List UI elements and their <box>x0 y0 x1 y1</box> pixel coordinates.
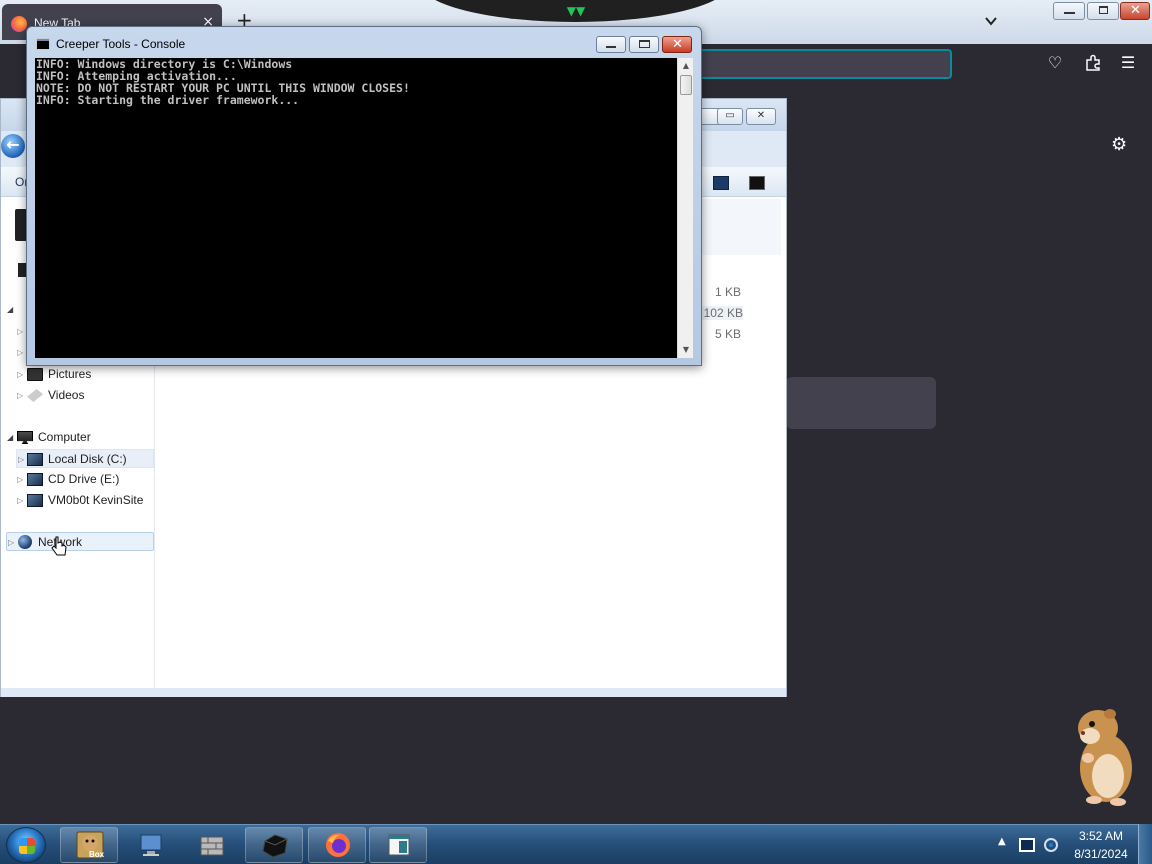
start-button[interactable] <box>6 827 46 863</box>
preview-pane-icon[interactable] <box>749 176 765 190</box>
nav-item-pictures[interactable]: ▷ Pictures <box>17 365 153 384</box>
firewall-app-icon <box>200 836 224 856</box>
nav-label: Local Disk (C:) <box>48 452 127 466</box>
nav-item-cd-drive[interactable]: ▷ CD Drive (E:) <box>17 470 153 489</box>
notch-indicator-icon: ▼▼ <box>566 4 586 18</box>
hard-disk-icon <box>27 453 43 466</box>
show-hidden-icons-icon[interactable]: ▲ <box>998 836 1006 847</box>
hand-cursor-icon <box>51 536 67 556</box>
nav-label: Pictures <box>48 367 92 381</box>
menu-icon[interactable]: ☰ <box>1119 54 1137 72</box>
collapse-arrow-icon: ◢ <box>7 433 14 442</box>
show-desktop-button[interactable] <box>1138 824 1152 864</box>
nav-label: Videos <box>48 388 85 402</box>
nav-device-icon-2 <box>18 263 26 277</box>
expand-arrow-icon: ▷ <box>17 370 24 379</box>
hamster-box-label: Box <box>89 850 105 859</box>
black-box-app-icon <box>262 834 288 858</box>
extensions-icon[interactable] <box>1084 54 1102 72</box>
pictures-folder-icon <box>27 368 43 381</box>
taskbar-remote-desktop[interactable] <box>121 827 179 863</box>
edge-tray-icon[interactable] <box>1043 838 1059 852</box>
expand-arrow-icon: ▷ <box>17 391 24 400</box>
screen-notch-overlay: ▼▼ <box>420 0 730 22</box>
console-output[interactable]: INFO: Windows directory is C:\Windows IN… <box>35 58 677 358</box>
expand-arrow-icon: ▷ <box>17 348 24 357</box>
back-arrow-icon[interactable]: ← <box>1 134 25 158</box>
expand-arrow-icon: ▷ <box>17 475 24 484</box>
collapse-arrow-icon: ◢ <box>7 305 14 314</box>
change-view-icon[interactable] <box>713 176 729 190</box>
nav-item-computer[interactable]: ◢ Computer <box>7 428 153 447</box>
expand-arrow-icon: ▷ <box>18 455 25 464</box>
scroll-up-arrow-icon[interactable]: ▲ <box>678 58 694 74</box>
explorer-maximize-button[interactable]: ▭ <box>717 108 743 125</box>
computer-icon <box>17 431 33 444</box>
console-title: Creeper Tools - Console <box>56 37 186 51</box>
scroll-down-arrow-icon[interactable]: ▼ <box>678 342 694 358</box>
console-line: INFO: Starting the driver framework... <box>36 93 300 107</box>
taskbar-hamster-box[interactable]: Box <box>60 827 118 863</box>
console-window: Creeper Tools - Console ✕ INFO: Windows … <box>26 26 702 366</box>
nav-item-network[interactable]: ▷ Network <box>6 532 154 551</box>
explorer-status-bar <box>1 688 786 697</box>
remote-desktop-icon <box>140 834 162 856</box>
taskbar: Box <box>0 824 1152 864</box>
network-drive-icon <box>27 494 43 507</box>
console-app-icon <box>36 38 50 50</box>
url-bar[interactable] <box>690 49 952 79</box>
taskbar-console[interactable] <box>369 827 427 863</box>
explorer-close-button[interactable]: ✕ <box>746 108 776 125</box>
console-maximize-button[interactable] <box>629 36 659 53</box>
expand-arrow-icon: ▷ <box>17 327 24 336</box>
console-close-button[interactable]: ✕ <box>662 36 692 53</box>
nav-item-videos[interactable]: ▷ Videos <box>17 386 153 405</box>
settings-gear-icon[interactable]: ⚙ <box>1111 134 1127 155</box>
clock-time[interactable]: 3:52 AM <box>1066 829 1136 843</box>
nav-item-network-drive[interactable]: ▷ VM0b0t KevinSite <box>17 491 153 510</box>
taskbar-firefox[interactable] <box>308 827 366 863</box>
nav-label: Computer <box>38 430 91 444</box>
scrollbar-thumb[interactable] <box>680 75 692 95</box>
clock-date[interactable]: 8/31/2024 <box>1066 847 1136 861</box>
windows-logo-icon <box>19 838 35 854</box>
network-globe-icon <box>18 535 32 549</box>
minimize-button[interactable] <box>1053 2 1085 20</box>
expand-arrow-icon: ▷ <box>8 538 15 547</box>
expand-arrow-icon: ▷ <box>17 496 24 505</box>
firefox-favicon-icon <box>11 16 27 32</box>
notepad-console-icon <box>388 834 410 856</box>
cd-drive-icon <box>27 473 43 486</box>
console-minimize-button[interactable] <box>596 36 626 53</box>
taskbar-firewall[interactable] <box>182 827 240 863</box>
list-all-tabs-icon[interactable] <box>984 14 998 28</box>
nav-label: CD Drive (E:) <box>48 472 120 486</box>
hamster-desktop-pet-icon[interactable] <box>1070 706 1136 806</box>
videos-folder-icon <box>27 389 43 402</box>
close-button[interactable]: ✕ <box>1120 2 1150 20</box>
taskbar-black-box[interactable] <box>245 827 303 863</box>
new-tab-shortcut-tile[interactable] <box>786 377 936 429</box>
firefox-icon <box>326 833 350 857</box>
pocket-icon[interactable]: ♡ <box>1046 54 1064 72</box>
nav-item-local-disk[interactable]: ▷ Local Disk (C:) <box>16 449 154 468</box>
network-tray-icon[interactable] <box>1019 838 1035 852</box>
console-scrollbar[interactable]: ▲ ▼ <box>677 58 693 358</box>
restore-button[interactable] <box>1087 2 1119 20</box>
nav-label: VM0b0t KevinSite <box>48 493 144 507</box>
